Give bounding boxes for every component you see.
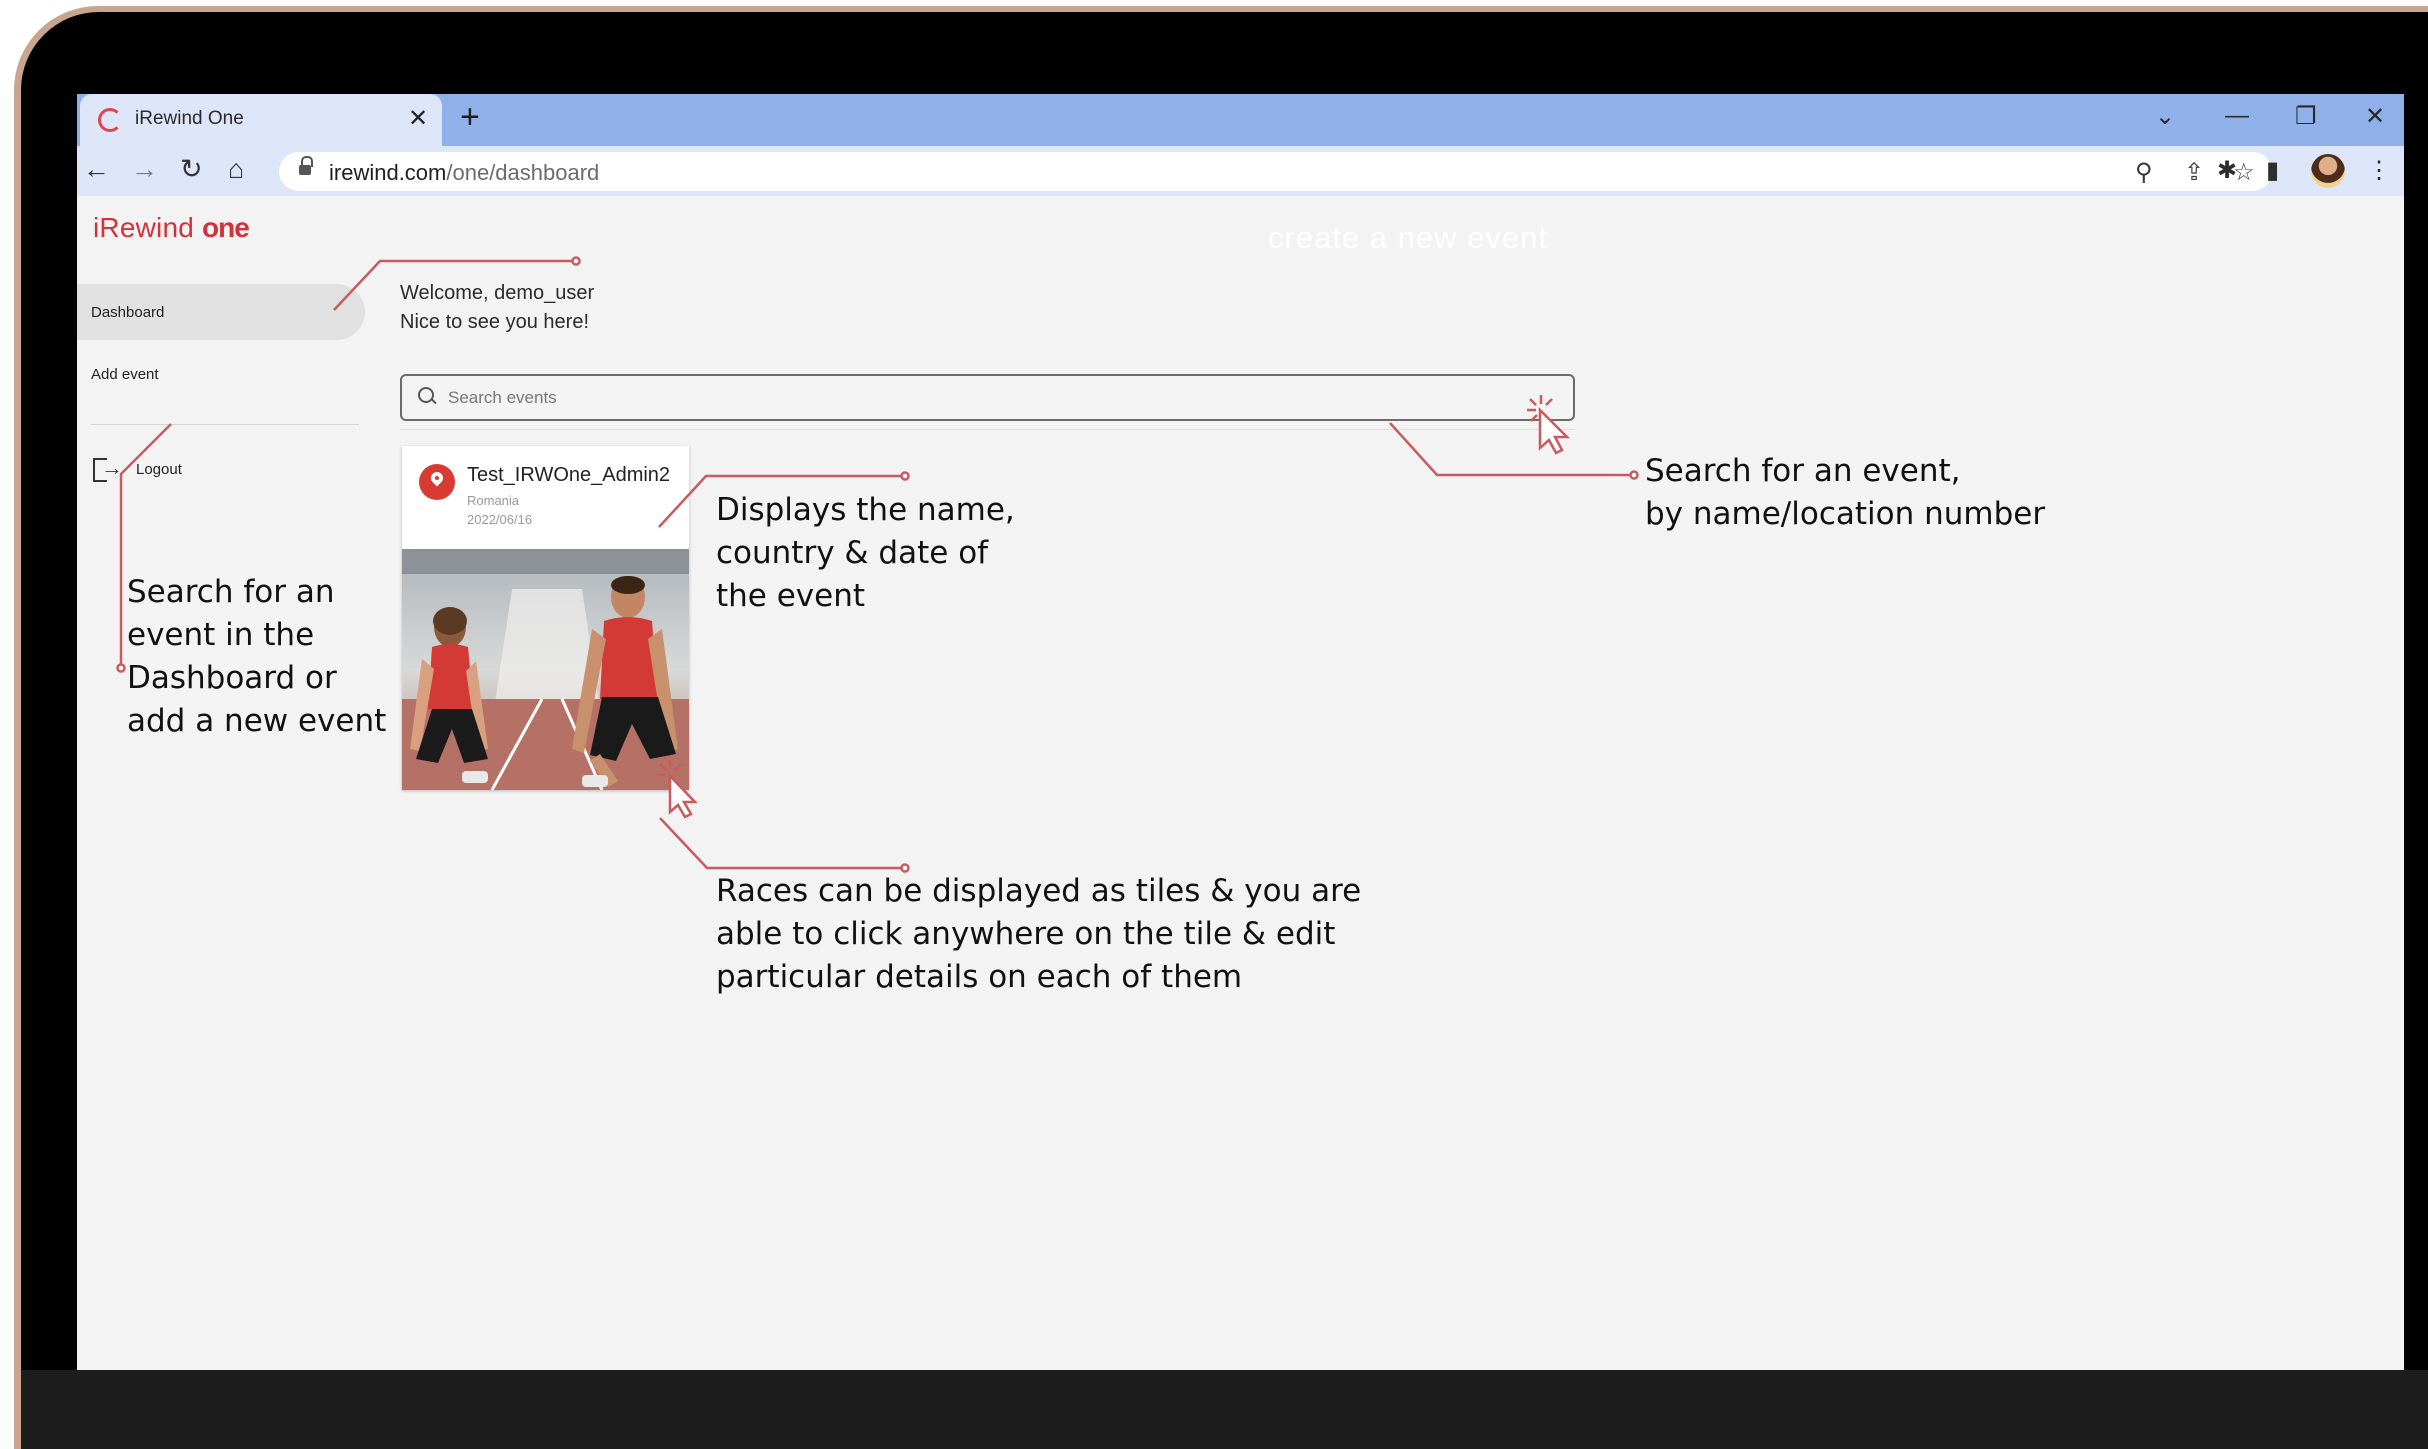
event-tile[interactable]: Test_IRWOne_Admin2 Romania 2022/06/16 bbox=[402, 446, 689, 790]
new-tab-plus-icon[interactable]: + bbox=[460, 98, 480, 137]
omnibox[interactable]: irewind.com/one/dashboard ⚲ ⇪ ☆ bbox=[279, 152, 2272, 191]
logo-accent-text: one bbox=[201, 212, 250, 243]
tab-close-icon[interactable]: ✕ bbox=[408, 104, 428, 133]
tab-strip: iRewind One ✕ + ⌄ — ❐ ✕ bbox=[77, 94, 2404, 146]
event-country: Romania bbox=[467, 493, 520, 508]
back-arrow-icon[interactable]: ← bbox=[83, 154, 110, 185]
url-host: irewind.com bbox=[329, 160, 447, 185]
event-date: 2022/06/16 bbox=[467, 512, 533, 527]
annotation-tile-info: Displays the name, country & date of the… bbox=[716, 492, 1015, 614]
logo-main-text: iRewind bbox=[93, 212, 202, 243]
screen: iRewind One ✕ + ⌄ — ❐ ✕ ← → ↻ ⌂ irewind.… bbox=[77, 94, 2404, 1370]
search-input[interactable] bbox=[448, 384, 1498, 412]
laptop-base bbox=[21, 1370, 2428, 1449]
search-events-box[interactable] bbox=[400, 374, 1575, 421]
browser-menu-icon[interactable]: ⋮ bbox=[2367, 156, 2391, 185]
minimize-icon[interactable]: — bbox=[2225, 102, 2249, 130]
url-text[interactable]: irewind.com/one/dashboard bbox=[329, 160, 599, 186]
zoom-icon[interactable]: ⚲ bbox=[2135, 158, 2153, 187]
annotation-sidebar: Search for an event in the Dashboard or … bbox=[127, 574, 387, 739]
annotation-search: Search for an event, by name/location nu… bbox=[1645, 453, 2046, 532]
search-divider bbox=[400, 429, 1575, 430]
sidebar-item-dashboard-label[interactable]: Dashboard bbox=[91, 304, 164, 321]
sidebar-divider bbox=[91, 424, 359, 425]
tab-search-chevron-icon[interactable]: ⌄ bbox=[2155, 102, 2175, 131]
tab-title: iRewind One bbox=[135, 108, 244, 129]
extensions-puzzle-icon[interactable]: ✱ bbox=[2217, 156, 2237, 185]
app-page: iRewind one create a new event Dashboard… bbox=[77, 196, 2404, 1370]
lock-icon[interactable] bbox=[299, 156, 313, 177]
url-path: /one/dashboard bbox=[446, 160, 600, 185]
restore-icon[interactable]: ❐ bbox=[2295, 102, 2317, 131]
share-icon[interactable]: ⇪ bbox=[2184, 158, 2204, 187]
logout-icon[interactable]: → bbox=[93, 455, 123, 482]
event-photo bbox=[402, 549, 689, 790]
home-icon[interactable]: ⌂ bbox=[228, 154, 244, 185]
welcome-text: Welcome, demo_user bbox=[400, 282, 595, 304]
event-name: Test_IRWOne_Admin2 bbox=[467, 464, 671, 486]
create-event-ghost-text: create a new event bbox=[1268, 220, 1548, 255]
forward-arrow-icon[interactable]: → bbox=[131, 154, 158, 185]
side-panel-icon[interactable]: ▮ bbox=[2266, 156, 2279, 185]
annotation-tile-click: Races can be displayed as tiles & you ar… bbox=[716, 873, 1362, 995]
profile-avatar[interactable] bbox=[2311, 154, 2345, 188]
irewind-favicon-icon bbox=[98, 108, 122, 132]
sidebar-item-add-event[interactable]: Add event bbox=[91, 366, 159, 383]
logout-button[interactable]: Logout bbox=[136, 461, 182, 478]
sprint-start-photo bbox=[402, 549, 689, 790]
greeting-text: Nice to see you here! bbox=[400, 311, 589, 333]
irewind-one-logo[interactable]: iRewind one bbox=[93, 212, 250, 244]
search-icon bbox=[418, 387, 436, 405]
tab-irewind-one[interactable]: iRewind One ✕ bbox=[80, 94, 442, 146]
location-pin-icon bbox=[419, 464, 455, 500]
reload-icon[interactable]: ↻ bbox=[180, 154, 203, 185]
close-window-icon[interactable]: ✕ bbox=[2365, 102, 2385, 131]
address-toolbar: ← → ↻ ⌂ irewind.com/one/dashboard ⚲ ⇪ ☆ … bbox=[77, 146, 2404, 196]
